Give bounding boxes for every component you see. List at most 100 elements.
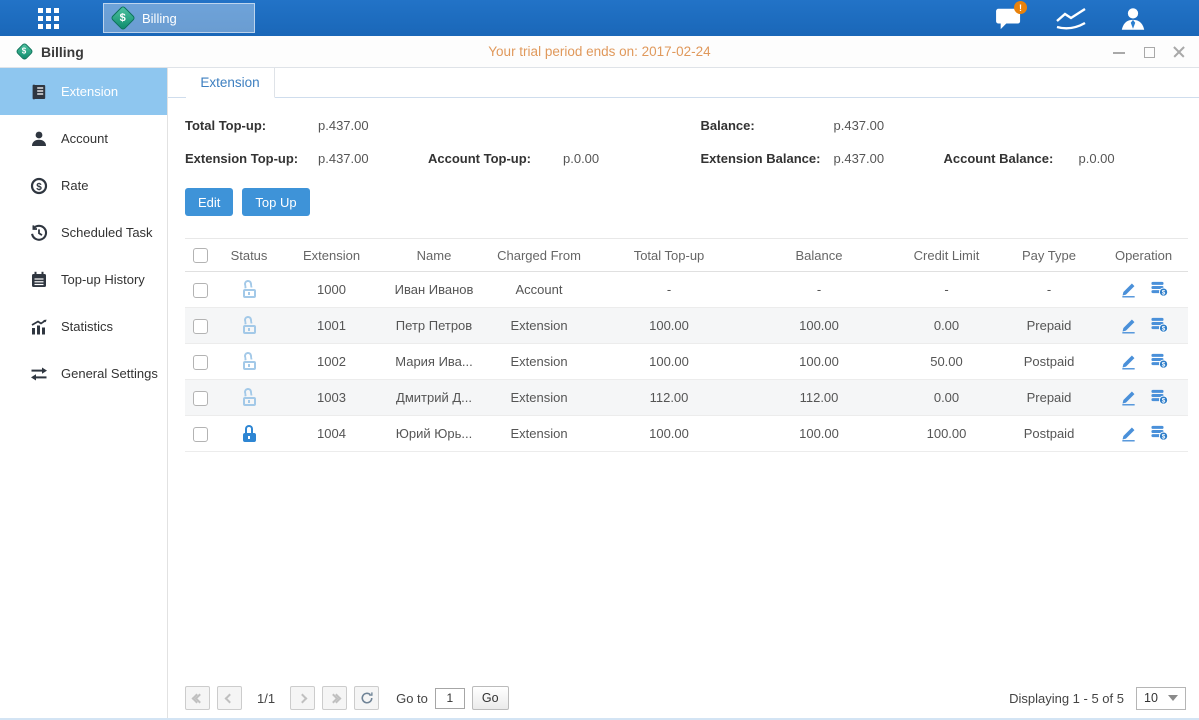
cell-extension: 1003: [279, 380, 384, 416]
row-checkbox[interactable]: [193, 391, 208, 406]
sidebar-item-general-settings[interactable]: General Settings: [0, 350, 167, 397]
topbar-icons: !: [993, 5, 1149, 31]
taskbar-tab-billing[interactable]: $ Billing: [103, 3, 255, 33]
top-up-row-icon[interactable]: $: [1151, 353, 1168, 370]
svg-text:$: $: [1161, 289, 1165, 296]
column-total-topup: Total Top-up: [594, 239, 744, 272]
cell-charged-from: Extension: [484, 344, 594, 380]
cell-total-topup: 100.00: [594, 308, 744, 344]
column-operation: Operation: [1099, 239, 1188, 272]
first-page-button[interactable]: [185, 686, 210, 710]
total-topup-label: Total Top-up:: [185, 118, 318, 133]
column-pay-type: Pay Type: [999, 239, 1099, 272]
sidebar-item-statistics[interactable]: Statistics: [0, 303, 167, 350]
cell-name: Дмитрий Д...: [384, 380, 484, 416]
page-indicator: 1/1: [249, 691, 283, 706]
select-all-checkbox[interactable]: [193, 248, 208, 263]
cell-credit-limit: 50.00: [894, 344, 999, 380]
sidebar-item-topup-history[interactable]: Top-up History: [0, 256, 167, 303]
cell-pay-type: -: [999, 272, 1099, 308]
cell-total-topup: 100.00: [594, 416, 744, 452]
billing-window: $ Billing !: [0, 0, 1199, 720]
top-up-row-icon[interactable]: $: [1151, 317, 1168, 334]
taskbar-tab-label: Billing: [142, 11, 177, 26]
extension-topup-label: Extension Top-up:: [185, 151, 318, 166]
cell-pay-type: Postpaid: [999, 344, 1099, 380]
maximize-icon[interactable]: [1143, 46, 1155, 58]
row-checkbox[interactable]: [193, 319, 208, 334]
statistics-bars-icon: [30, 318, 48, 336]
top-up-row-icon[interactable]: $: [1151, 281, 1168, 298]
column-charged-from: Charged From: [484, 239, 594, 272]
tab-extension[interactable]: Extension: [186, 68, 275, 98]
top-up-row-icon[interactable]: $: [1151, 389, 1168, 406]
sidebar-item-scheduled-task[interactable]: Scheduled Task: [0, 209, 167, 256]
column-extension: Extension: [279, 239, 384, 272]
window-controls: [1113, 46, 1185, 58]
top-up-button[interactable]: Top Up: [242, 188, 309, 216]
scheduled-task-clock-icon: [30, 224, 48, 242]
edit-row-icon[interactable]: [1120, 281, 1137, 298]
svg-text:$: $: [1161, 325, 1165, 332]
column-credit-limit: Credit Limit: [894, 239, 999, 272]
cell-balance: 100.00: [744, 308, 894, 344]
edit-row-icon[interactable]: [1120, 353, 1137, 370]
goto-page-input[interactable]: [435, 688, 465, 709]
general-settings-arrows-icon: [30, 365, 48, 383]
account-person-icon: [30, 130, 48, 148]
row-checkbox[interactable]: [193, 427, 208, 442]
sidebar: Extension Account $ Rate: [0, 68, 168, 718]
balance-value: p.437.00: [834, 118, 944, 133]
minimize-icon[interactable]: [1113, 46, 1125, 58]
page-size-value: 10: [1144, 691, 1158, 705]
topbar: $ Billing !: [0, 0, 1199, 36]
previous-page-button[interactable]: [217, 686, 242, 710]
refresh-icon: [360, 691, 374, 705]
displaying-range-text: Displaying 1 - 5 of 5: [1009, 691, 1124, 706]
cell-name: Юрий Юрь...: [384, 416, 484, 452]
billing-window-icon: $: [15, 42, 33, 60]
summary-balance: Balance: p.437.00 Extension Balance: p.4…: [701, 118, 1187, 166]
unlocked-status-icon: [242, 317, 257, 334]
messages-icon[interactable]: !: [993, 5, 1025, 31]
page-size-select[interactable]: 10: [1136, 687, 1186, 710]
next-page-button[interactable]: [290, 686, 315, 710]
statistics-chart-icon[interactable]: [1055, 5, 1087, 31]
table-row: 1000 Иван Иванов Account - - - - $: [185, 272, 1188, 308]
sidebar-item-extension[interactable]: Extension: [0, 68, 167, 115]
summary-panel: Total Top-up: p.437.00 Extension Top-up:…: [185, 118, 1186, 166]
table-header-row: Status Extension Name Charged From Total…: [185, 239, 1188, 272]
edit-row-icon[interactable]: [1120, 317, 1137, 334]
sidebar-item-label: Scheduled Task: [61, 225, 153, 240]
edit-button[interactable]: Edit: [185, 188, 233, 216]
balance-label: Balance:: [701, 118, 834, 133]
last-page-button[interactable]: [322, 686, 347, 710]
rate-dollar-icon: $: [30, 177, 48, 195]
cell-balance: 100.00: [744, 416, 894, 452]
close-icon[interactable]: [1173, 46, 1185, 58]
app-launcher-icon[interactable]: [38, 8, 59, 29]
cell-balance: 100.00: [744, 344, 894, 380]
cell-charged-from: Account: [484, 272, 594, 308]
unlocked-status-icon: [242, 353, 257, 370]
table-row: 1004 Юрий Юрь... Extension 100.00 100.00…: [185, 416, 1188, 452]
column-name: Name: [384, 239, 484, 272]
account-topup-label: Account Top-up:: [428, 151, 563, 166]
row-checkbox[interactable]: [193, 283, 208, 298]
cell-pay-type: Prepaid: [999, 380, 1099, 416]
sidebar-item-rate[interactable]: $ Rate: [0, 162, 167, 209]
svg-text:$: $: [1161, 433, 1165, 440]
sidebar-item-account[interactable]: Account: [0, 115, 167, 162]
refresh-button[interactable]: [354, 686, 379, 710]
edit-row-icon[interactable]: [1120, 425, 1137, 442]
go-button[interactable]: Go: [472, 686, 509, 710]
row-checkbox[interactable]: [193, 355, 208, 370]
extension-balance-value: p.437.00: [834, 151, 944, 166]
top-up-row-icon[interactable]: $: [1151, 425, 1168, 442]
cell-charged-from: Extension: [484, 416, 594, 452]
user-account-icon[interactable]: [1117, 5, 1149, 31]
chevron-down-icon: [1168, 695, 1178, 701]
cell-balance: 112.00: [744, 380, 894, 416]
edit-row-icon[interactable]: [1120, 389, 1137, 406]
unlocked-status-icon: [242, 281, 257, 298]
